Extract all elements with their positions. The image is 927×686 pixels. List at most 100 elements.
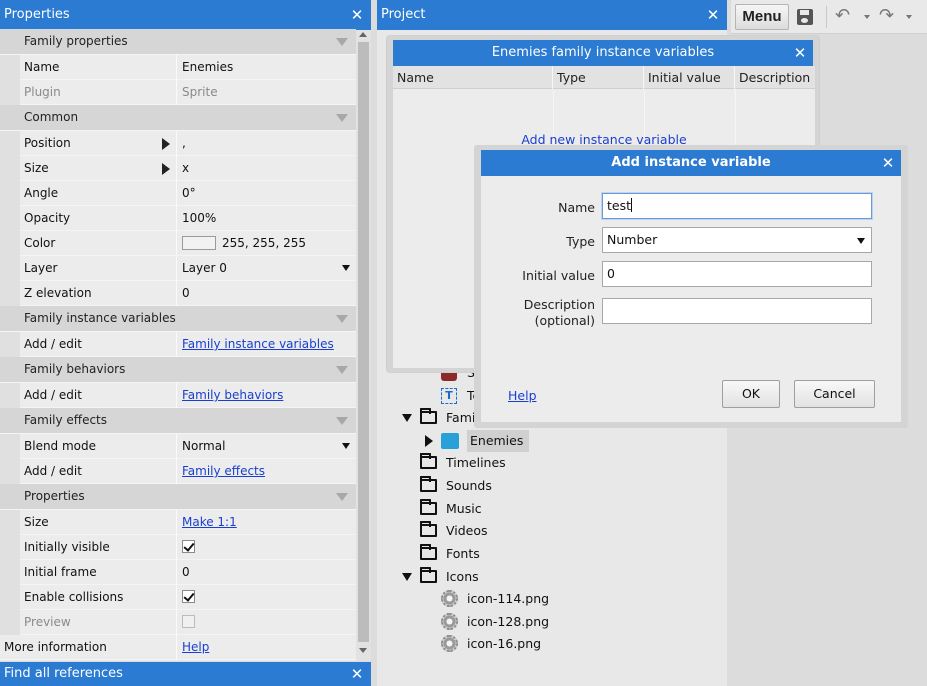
collapse-caret-icon[interactable]	[336, 315, 348, 323]
save-icon[interactable]	[797, 9, 813, 25]
close-icon[interactable]: ✕	[791, 40, 809, 66]
property-value-cell[interactable]: Family effects	[178, 459, 356, 484]
row-gutter	[0, 332, 20, 357]
property-section[interactable]: Family instance variables	[0, 306, 356, 332]
property-name: Enable collisions	[20, 585, 177, 610]
property-value-cell[interactable]	[178, 535, 356, 560]
tree-folder[interactable]: Music	[403, 498, 623, 520]
tree-folder[interactable]: Videos	[403, 520, 623, 542]
name-input[interactable]: test	[602, 193, 872, 219]
property-value-cell[interactable]: 255, 255, 255	[178, 231, 356, 256]
chevron-down-icon[interactable]	[342, 443, 350, 449]
initial-value-input[interactable]: 0	[602, 261, 872, 287]
tree-folder[interactable]: Sounds	[403, 475, 623, 497]
scroll-down-arrow-icon[interactable]	[359, 648, 367, 653]
collapse-caret-icon[interactable]	[336, 417, 348, 425]
property-value-cell[interactable]: ,	[178, 131, 356, 156]
find-references-panel[interactable]: Find all references ✕	[0, 662, 371, 686]
property-value-cell[interactable]: Enemies	[178, 55, 356, 80]
property-row: Opacity 100%	[0, 206, 356, 231]
property-link[interactable]: Make 1:1	[182, 515, 237, 529]
collapsed-twisty-icon[interactable]	[425, 435, 433, 447]
cancel-button[interactable]: Cancel	[794, 380, 875, 408]
close-icon[interactable]: ✕	[349, 662, 365, 686]
property-section[interactable]: Family properties	[0, 29, 356, 55]
property-section[interactable]: Common	[0, 105, 356, 131]
property-value-cell[interactable]	[178, 585, 356, 610]
color-swatch[interactable]	[182, 236, 216, 250]
undo-dropdown-icon[interactable]	[864, 15, 870, 19]
expand-arrow-icon[interactable]	[162, 163, 170, 175]
tree-item[interactable]: Enemies	[419, 430, 639, 452]
section-label: Family properties	[24, 34, 128, 48]
property-link[interactable]: Help	[182, 640, 209, 654]
property-row: Size Make 1:1	[0, 510, 356, 535]
property-value-cell[interactable]: Family instance variables	[178, 332, 356, 357]
column-header-name[interactable]: Name	[393, 66, 553, 89]
scroll-up-arrow-icon[interactable]	[359, 32, 367, 37]
property-link[interactable]: Family instance variables	[182, 337, 334, 351]
scrollbar-thumb[interactable]	[358, 42, 369, 642]
property-checkbox[interactable]	[182, 590, 195, 603]
property-name: Name	[20, 55, 177, 80]
tree-item[interactable]: icon-114.png	[419, 588, 639, 610]
collapse-caret-icon[interactable]	[336, 38, 348, 46]
folder-icon	[420, 499, 437, 515]
tree-folder[interactable]: Timelines	[403, 452, 623, 474]
property-section[interactable]: Family behaviors	[0, 357, 356, 383]
property-checkbox[interactable]	[182, 540, 195, 553]
close-icon[interactable]: ✕	[349, 0, 365, 30]
ok-button[interactable]: OK	[722, 380, 780, 408]
close-icon[interactable]: ✕	[879, 150, 897, 176]
description-input[interactable]	[602, 298, 872, 324]
property-section[interactable]: Family effects	[0, 408, 356, 434]
redo-dropdown-icon[interactable]	[906, 15, 912, 19]
help-link[interactable]: Help	[508, 388, 537, 403]
property-value-cell[interactable]: 0	[178, 281, 356, 306]
expand-arrow-icon[interactable]	[162, 138, 170, 150]
property-value-cell[interactable]: Layer 0	[178, 256, 356, 281]
property-value-cell[interactable]: Family behaviors	[178, 383, 356, 408]
property-name: Initially visible	[20, 535, 177, 560]
redo-icon[interactable]: ↷	[879, 6, 894, 26]
undo-icon[interactable]: ↶	[835, 6, 850, 26]
column-header-initial-value[interactable]: Initial value	[644, 66, 735, 89]
type-select[interactable]: Number	[602, 227, 872, 253]
property-section[interactable]: Properties	[0, 484, 356, 510]
chevron-down-icon[interactable]	[342, 265, 350, 271]
property-value-cell[interactable]: 0	[178, 560, 356, 585]
tree-item[interactable]: icon-16.png	[419, 633, 639, 655]
property-value-cell[interactable]: Normal	[178, 434, 356, 459]
tree-folder[interactable]: Fonts	[403, 543, 623, 565]
property-row: Layer Layer 0	[0, 256, 356, 281]
image-file-icon	[441, 635, 458, 652]
property-name-text: Layer	[24, 261, 58, 275]
property-row: Size x	[0, 156, 356, 181]
property-link[interactable]: Family behaviors	[182, 388, 283, 402]
property-value-cell[interactable]: 0°	[178, 181, 356, 206]
property-row: Blend mode Normal	[0, 434, 356, 459]
collapse-caret-icon[interactable]	[336, 114, 348, 122]
property-name-text: Preview	[24, 615, 71, 629]
expanded-twisty-icon[interactable]	[402, 573, 412, 581]
property-value-cell[interactable]: 100%	[178, 206, 356, 231]
tree-folder[interactable]: Icons	[402, 566, 623, 588]
column-header-type[interactable]: Type	[553, 66, 644, 89]
image-file-icon	[441, 590, 458, 607]
property-row: Add / edit Family behaviors	[0, 383, 356, 408]
property-link[interactable]: Family effects	[182, 464, 265, 478]
property-value-cell[interactable]: Make 1:1	[178, 510, 356, 535]
tree-item[interactable]: icon-128.png	[419, 611, 639, 633]
close-icon[interactable]: ✕	[705, 0, 721, 30]
property-value: x	[182, 161, 190, 175]
expanded-twisty-icon[interactable]	[402, 414, 412, 422]
property-value-cell[interactable]: x	[178, 156, 356, 181]
menu-button[interactable]: Menu	[735, 4, 789, 30]
property-value-cell[interactable]: Help	[178, 635, 356, 660]
property-name: Preview	[20, 610, 177, 635]
add-variable-dialog-title-bar: Add instance variable ✕	[481, 150, 901, 176]
collapse-caret-icon[interactable]	[336, 493, 348, 501]
column-header-description[interactable]: Description	[735, 66, 815, 89]
properties-scrollbar[interactable]	[356, 30, 371, 661]
collapse-caret-icon[interactable]	[336, 366, 348, 374]
